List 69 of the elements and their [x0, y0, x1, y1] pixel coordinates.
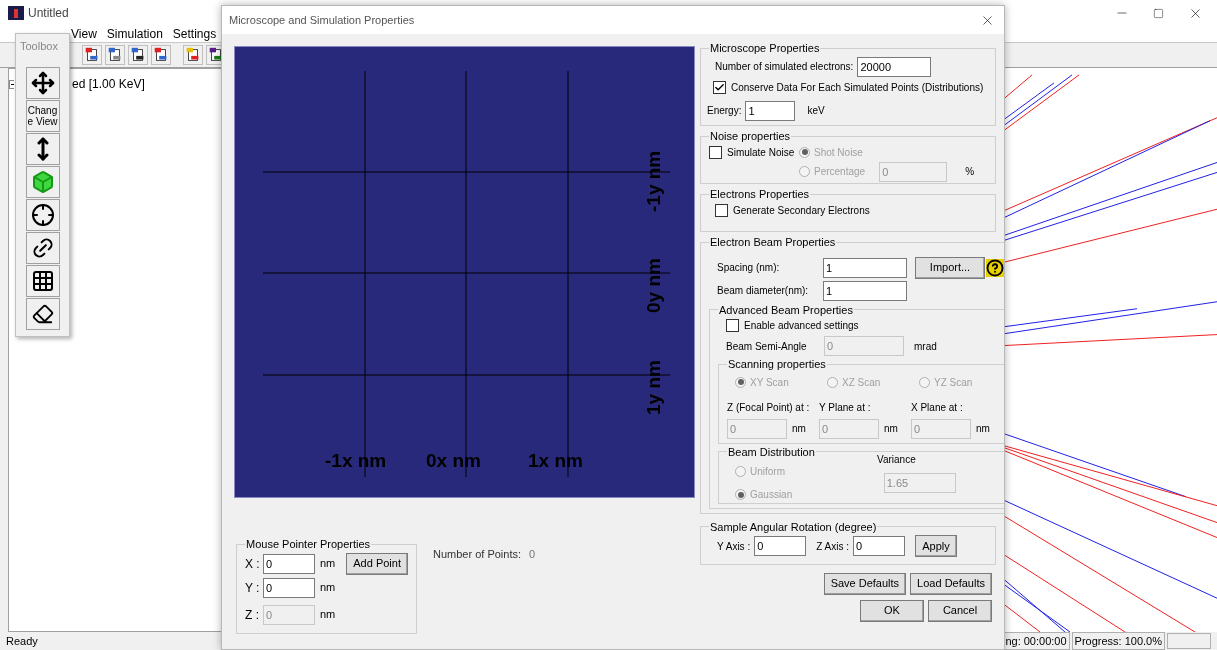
checkbox[interactable]: Simulate Noise [709, 144, 799, 160]
label-text: Beam diameter(nm): [717, 284, 810, 298]
input-field[interactable]: 1 [823, 257, 907, 278]
checkbox[interactable]: Conserve Data For Each Simulated Points (Distributions) [713, 79, 987, 95]
group-title: Scanning properties [728, 358, 826, 370]
dialog-title: Microscope and Simulation Properties [229, 12, 415, 28]
axis-label: 0x nm [426, 450, 481, 471]
label-text: 0 [529, 547, 536, 560]
menu-item[interactable]: Simulation [106, 25, 163, 43]
menu-item[interactable]: Settings [172, 25, 217, 43]
push-button[interactable]: Apply [914, 535, 957, 557]
input-field[interactable]: 0 [263, 553, 315, 574]
push-button[interactable]: Add Point [346, 552, 408, 575]
axis-label: 1y nm [643, 360, 664, 415]
toolbox-title: Toolbox [20, 39, 58, 54]
label-text: Beam Semi-Angle [726, 339, 808, 354]
group-title: Electron Beam Properties [710, 236, 836, 248]
label-text: Number of Points: [433, 547, 522, 560]
axis-label: 0y nm [643, 258, 664, 313]
checkbox[interactable]: Enable advanced settings [726, 318, 1003, 333]
label-text: mrad [914, 339, 937, 354]
push-button[interactable]: Cancel [928, 599, 992, 622]
status-text: Progress: 100.0% [1071, 631, 1165, 650]
group-title: Sample Angular Rotation (degree) [710, 520, 877, 533]
label-text: X Plane at : [911, 400, 963, 415]
axis-label: -1y nm [643, 150, 664, 212]
label-text: nm [976, 422, 990, 436]
label-text: keV [807, 104, 825, 118]
label-text: % [965, 165, 975, 179]
push-button[interactable]: Load Defaults [910, 572, 992, 595]
label-text: Y : [245, 579, 260, 597]
label-text: Number of simulated electrons: [715, 60, 854, 74]
label-text: Variance [877, 453, 916, 467]
window-title: Untitled [28, 5, 69, 22]
group-title: Mouse Pointer Properties [246, 538, 371, 550]
push-button[interactable]: Save Defaults [823, 572, 907, 595]
label-text: Z (Focal Point) at : [727, 400, 810, 415]
checkbox[interactable]: Generate Secondary Electrons [715, 202, 987, 218]
label-text: nm [792, 422, 806, 436]
group-title: Noise properties [710, 130, 791, 142]
label-text: Spacing (nm): [717, 261, 781, 275]
label-text: nm [320, 556, 336, 572]
axis-label: -1x nm [325, 450, 387, 471]
input-field[interactable]: 1 [745, 100, 796, 121]
label-text: Z Axis : [816, 539, 849, 554]
label-text: nm [884, 422, 898, 436]
tree-item: ed [1.00 KeV] [72, 76, 145, 93]
label-text: Y Axis : [717, 539, 751, 554]
group-title: Electrons Properties [710, 188, 810, 200]
label-text: nm [320, 580, 336, 596]
label-text: nm [320, 607, 336, 623]
input-field[interactable]: 0 [852, 536, 905, 556]
menu-item[interactable]: View [71, 25, 97, 43]
tool-button[interactable]: Change View [25, 99, 60, 132]
input-field[interactable]: 1 [823, 280, 907, 301]
group-title: Beam Distribution [728, 445, 815, 458]
label-text: X : [245, 555, 260, 573]
label-text: Y Plane at : [819, 400, 871, 415]
input-field[interactable]: 20000 [857, 56, 932, 77]
input-field[interactable]: 0 [754, 536, 807, 556]
push-button[interactable]: OK [860, 599, 924, 622]
push-button[interactable]: Import... [915, 256, 985, 279]
group-title: Microscope Properties [710, 42, 820, 54]
axis-label: 1x nm [528, 450, 583, 471]
group-title: Advanced Beam Properties [719, 303, 853, 316]
input-field[interactable]: 0 [263, 577, 315, 598]
status-text: Ready [6, 633, 39, 649]
label-text: Energy: [707, 104, 742, 118]
label-text: Z : [245, 606, 260, 624]
